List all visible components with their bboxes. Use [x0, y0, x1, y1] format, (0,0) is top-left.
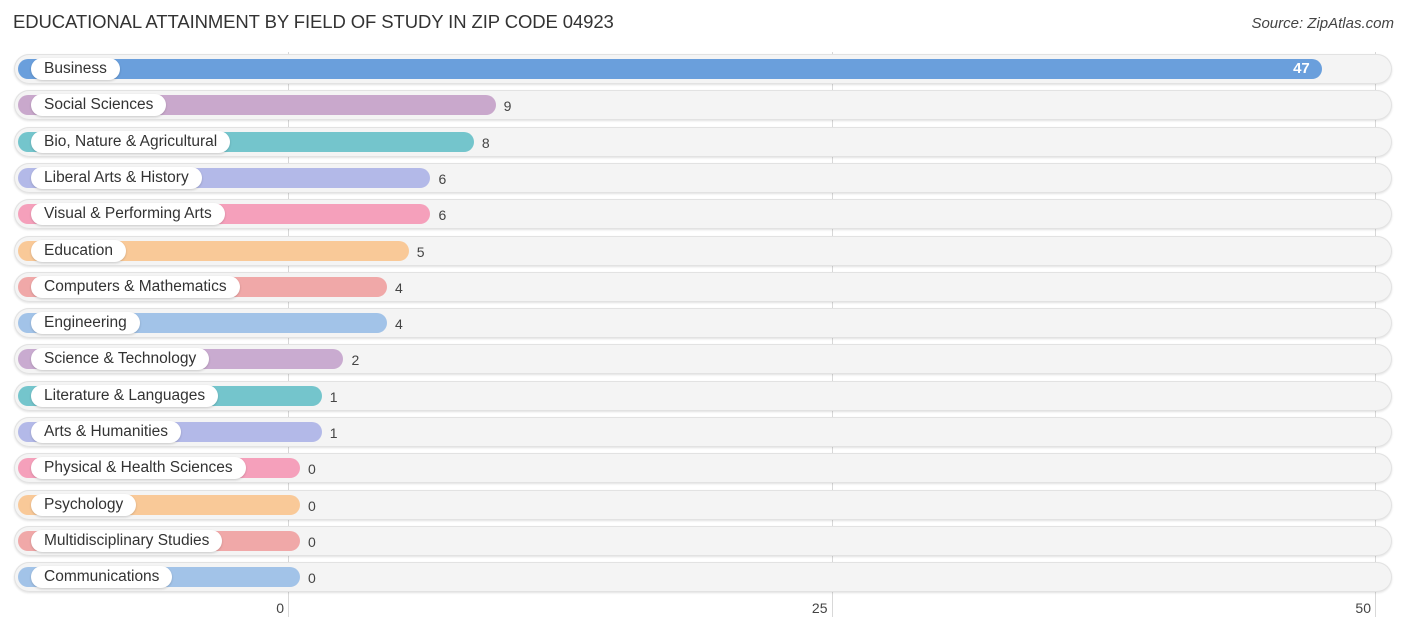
value-label: 0 — [308, 461, 316, 478]
value-label: 4 — [394, 316, 403, 333]
category-label: Engineering — [31, 312, 140, 335]
x-tick-label: 50 — [1355, 600, 1371, 616]
category-label: Visual & Performing Arts — [31, 203, 225, 226]
value-label: 1 — [329, 388, 338, 405]
category-label: Liberal Arts & History — [31, 166, 202, 189]
category-label: Multidisciplinary Studies — [31, 529, 223, 552]
category-label: Computers & Mathematics — [31, 275, 240, 298]
value-label: 8 — [481, 134, 490, 151]
value-label: 6 — [438, 207, 447, 224]
bar-chart: Business 47 Social Sciences 9 Bio, Nature & … — [0, 0, 1406, 631]
x-tick-label: 0 — [276, 600, 284, 616]
value-label: 1 — [329, 425, 338, 441]
category-label: Science & Technology — [31, 348, 210, 371]
category-label: Literature & Languages — [31, 384, 219, 407]
category-label: Psychology — [31, 493, 137, 516]
value-label: 6 — [438, 170, 447, 187]
value-label: 0 — [308, 570, 316, 587]
value-label: 5 — [416, 243, 425, 260]
value-label: 9 — [503, 98, 512, 115]
category-label: Bio, Nature & Agricultural — [31, 130, 231, 153]
value-label: 0 — [308, 533, 316, 550]
category-label: Business — [31, 58, 120, 80]
category-label: Education — [31, 239, 126, 262]
value-label: 0 — [308, 497, 316, 514]
value-label: 47 — [1293, 60, 1310, 77]
category-label: Communications — [31, 566, 173, 589]
category-label: Arts & Humanities — [31, 421, 182, 443]
bar[interactable] — [18, 59, 1322, 79]
x-tick-label: 25 — [811, 600, 828, 616]
value-label: 4 — [394, 279, 403, 296]
value-label: 2 — [351, 352, 360, 369]
category-label: Social Sciences — [31, 94, 167, 117]
category-label: Physical & Health Sciences — [31, 457, 246, 480]
